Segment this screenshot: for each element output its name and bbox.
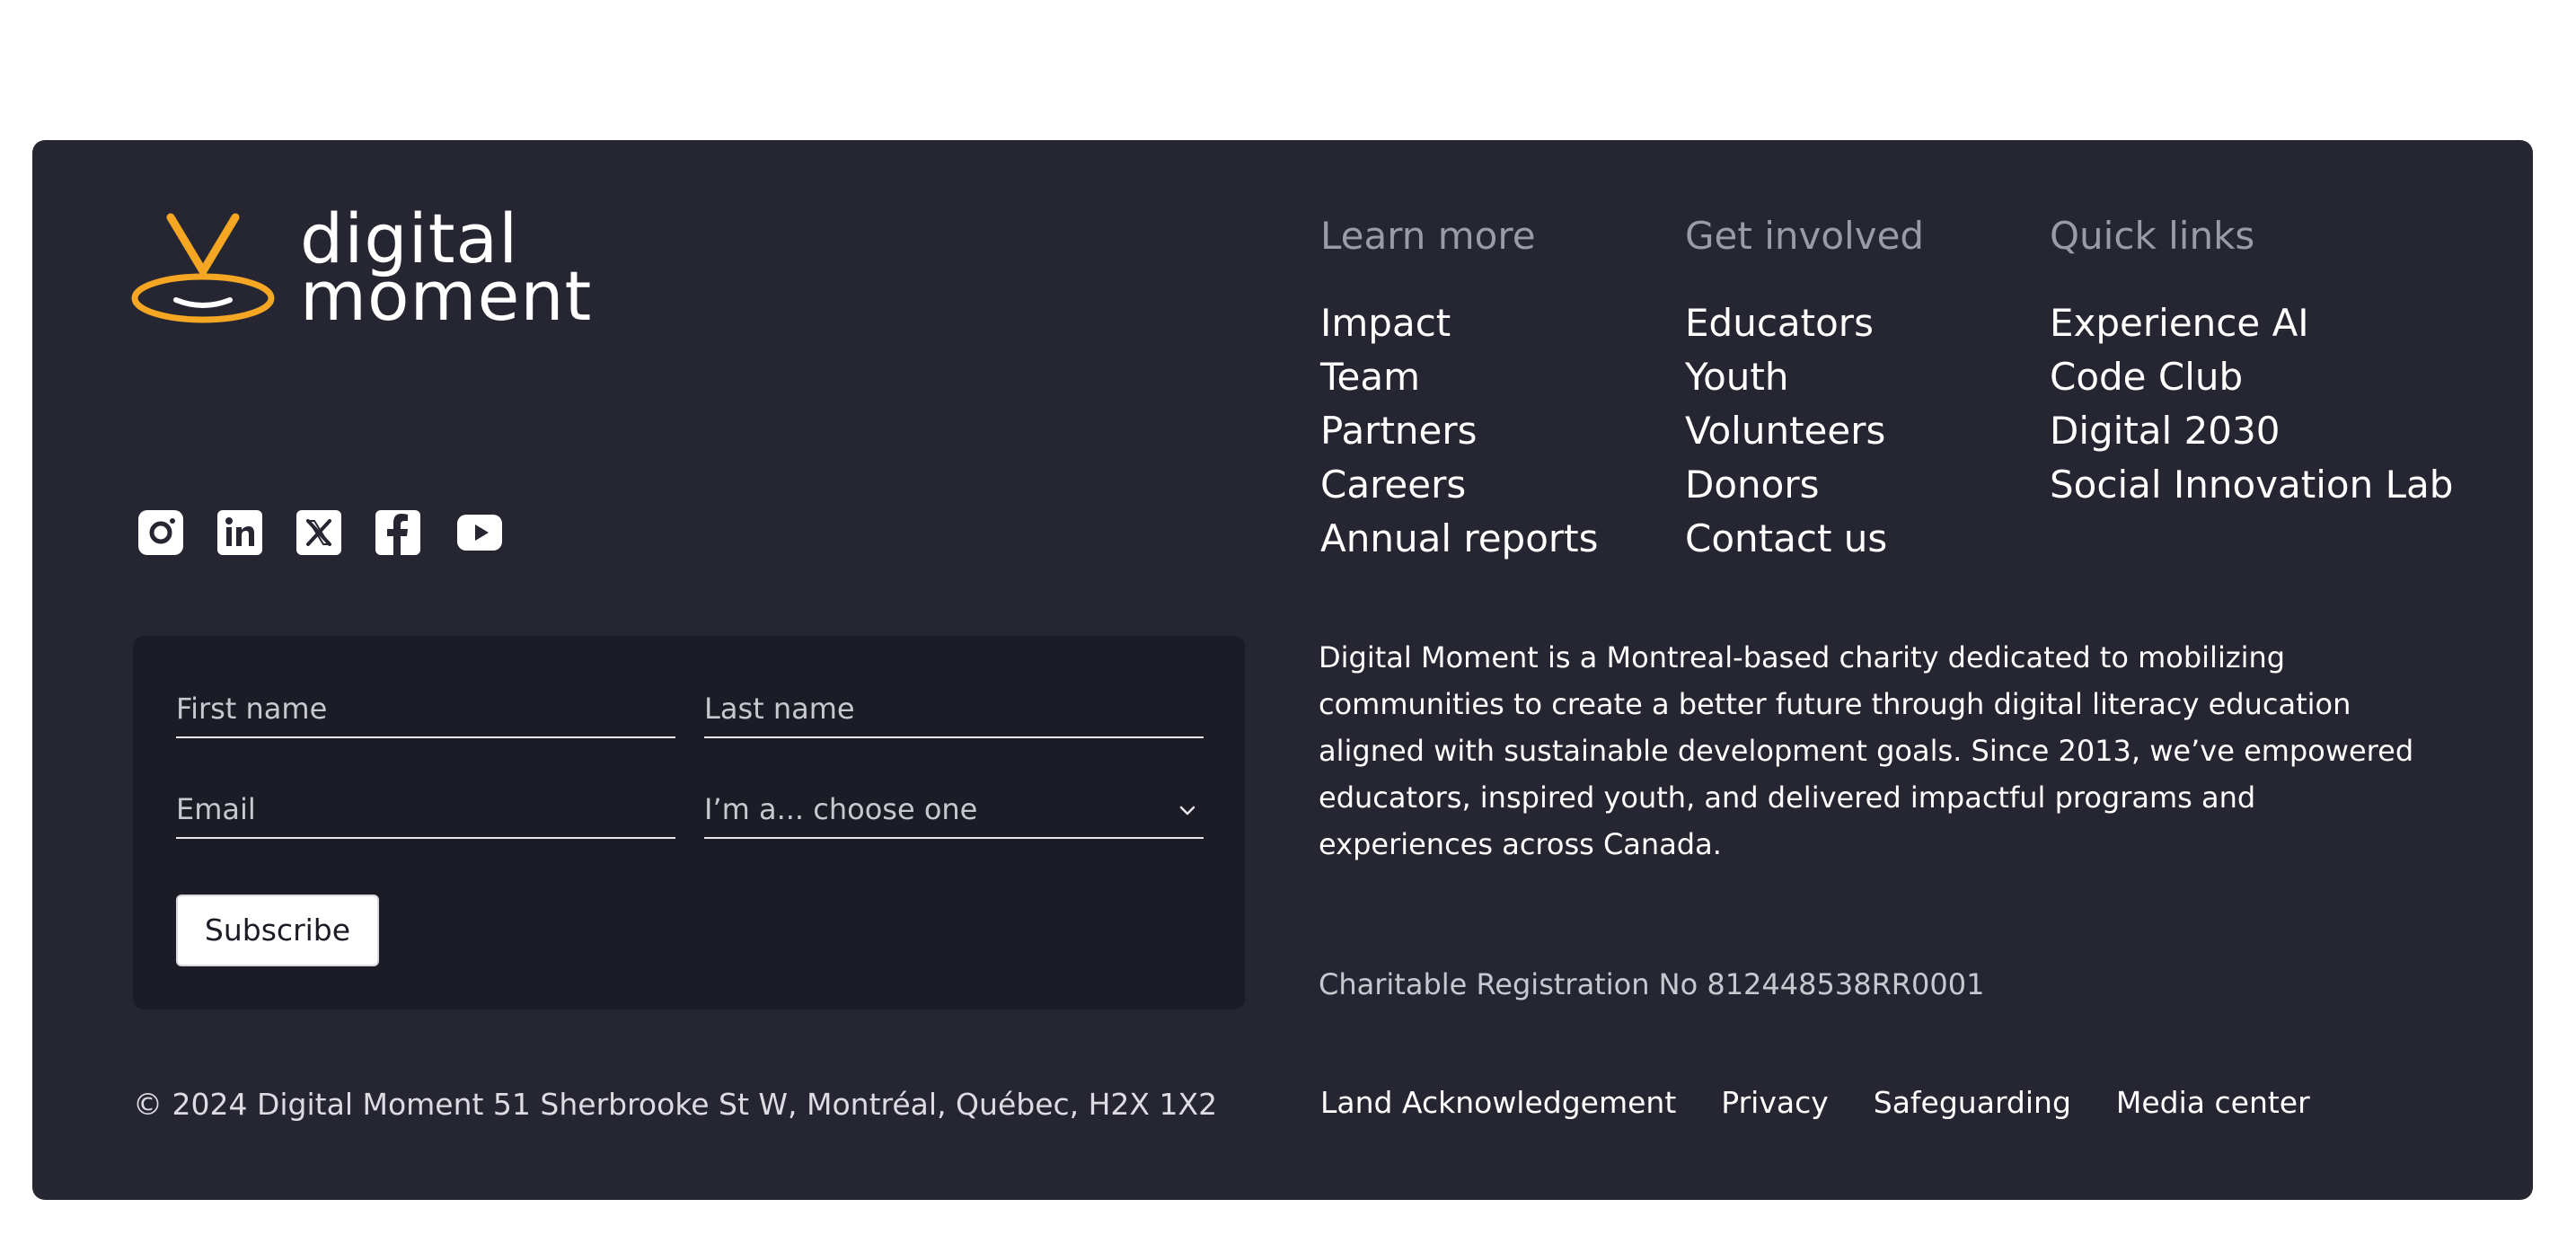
logo-wordmark: digital moment [300, 205, 593, 336]
footer-link-team[interactable]: Team [1320, 350, 1599, 404]
charitable-registration: Charitable Registration No 812448538RR00… [1319, 967, 1985, 1001]
quick-links-column: Quick links Experience AI Code Club Digi… [2050, 214, 2453, 512]
footer-link-experience-ai[interactable]: Experience AI [2050, 296, 2453, 350]
x-twitter-icon[interactable] [296, 510, 341, 555]
footer-link-digital-2030[interactable]: Digital 2030 [2050, 404, 2453, 458]
footer-link-annual-reports[interactable]: Annual reports [1320, 512, 1599, 566]
digital-moment-logo[interactable]: digital moment [131, 205, 598, 336]
get-involved-column: Get involved Educators Youth Volunteers … [1685, 214, 1924, 566]
footer-link-volunteers[interactable]: Volunteers [1685, 404, 1924, 458]
footer-link-partners[interactable]: Partners [1320, 404, 1599, 458]
land-acknowledgement-link[interactable]: Land Acknowledgement [1320, 1085, 1676, 1121]
logo-mark-icon [131, 213, 275, 323]
footer-link-educators[interactable]: Educators [1685, 296, 1924, 350]
footer-link-donors[interactable]: Donors [1685, 458, 1924, 512]
chevron-down-icon [1179, 806, 1195, 815]
footer-link-impact[interactable]: Impact [1320, 296, 1599, 350]
youtube-icon[interactable] [454, 510, 505, 555]
last-name-input[interactable]: Last name [704, 679, 1204, 738]
role-select[interactable]: I’m a... choose one [704, 780, 1204, 839]
footer-link-careers[interactable]: Careers [1320, 458, 1599, 512]
email-input[interactable]: Email [176, 780, 675, 839]
subscribe-button[interactable]: Subscribe [176, 895, 379, 966]
footer-link-social-innovation-lab[interactable]: Social Innovation Lab [2050, 458, 2453, 512]
learn-more-column: Learn more Impact Team Partners Careers … [1320, 214, 1599, 566]
facebook-icon[interactable] [375, 510, 420, 555]
linkedin-icon[interactable] [217, 510, 262, 555]
email-placeholder: Email [176, 792, 256, 826]
copyright-address: © 2024 Digital Moment 51 Sherbrooke St W… [133, 1087, 1218, 1122]
column-heading: Learn more [1320, 214, 1536, 258]
first-name-placeholder: First name [176, 692, 328, 726]
instagram-icon[interactable] [138, 510, 183, 555]
footer-link-code-club[interactable]: Code Club [2050, 350, 2453, 404]
legal-links: Land Acknowledgement Privacy Safeguardin… [1320, 1085, 2310, 1121]
last-name-placeholder: Last name [704, 692, 855, 726]
privacy-link[interactable]: Privacy [1721, 1085, 1828, 1121]
column-heading: Get involved [1685, 214, 1925, 258]
column-heading: Quick links [2050, 214, 2255, 258]
newsletter-form: First name Last name Email I’m a... choo… [133, 636, 1245, 1009]
media-center-link[interactable]: Media center [2116, 1085, 2310, 1121]
logo-line-2: moment [300, 256, 593, 336]
footer-link-youth[interactable]: Youth [1685, 350, 1924, 404]
footer-link-contact-us[interactable]: Contact us [1685, 512, 1924, 566]
safeguarding-link[interactable]: Safeguarding [1874, 1085, 2071, 1121]
first-name-input[interactable]: First name [176, 679, 675, 738]
organization-description: Digital Moment is a Montreal-based chari… [1319, 640, 2414, 861]
social-links [138, 510, 505, 555]
site-footer: digital moment First name Last name Emai… [32, 140, 2533, 1200]
role-select-value: I’m a... choose one [704, 792, 978, 826]
